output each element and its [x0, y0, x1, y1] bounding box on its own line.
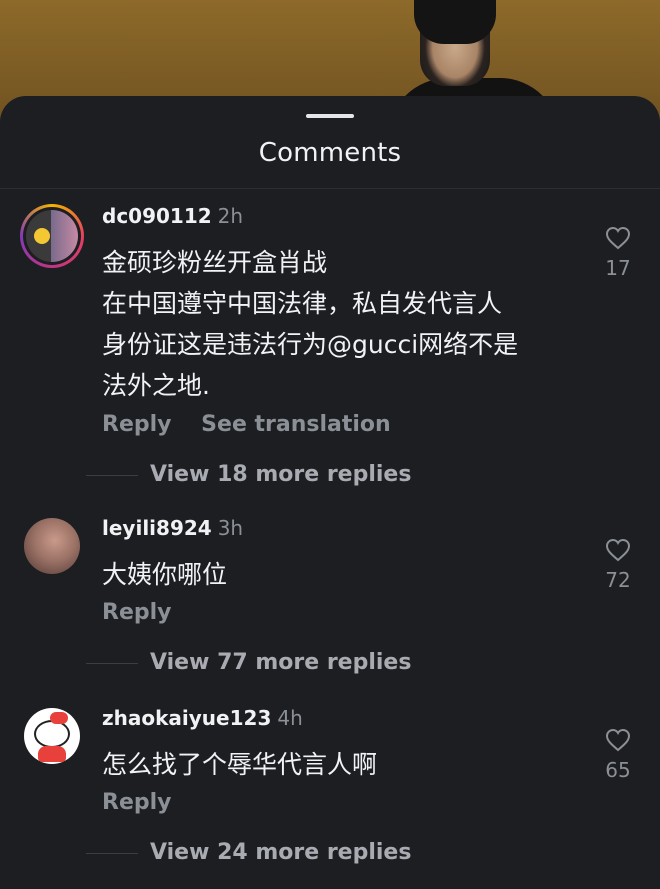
view-replies-label[interactable]: View 18 more replies	[150, 462, 411, 487]
avatar[interactable]	[20, 204, 84, 268]
thread-line	[86, 663, 138, 664]
sheet-title: Comments	[258, 138, 402, 168]
like-count: 17	[605, 256, 631, 280]
view-replies-button[interactable]: View 18 more replies	[86, 462, 426, 490]
like-button[interactable]: 17	[596, 226, 640, 280]
comment-author[interactable]: leyili8924 3h	[102, 516, 243, 540]
like-button[interactable]: 72	[596, 538, 640, 592]
comments-sheet: Comments dc090112 2h 金硕珍粉丝开盒肖战 在中国遵守中国法律，…	[0, 96, 660, 889]
like-count: 65	[605, 758, 631, 782]
photo-figure-hair	[414, 0, 496, 44]
comment-line: 大姨你哪位	[102, 560, 228, 589]
comment-text: 金硕珍粉丝开盒肖战 在中国遵守中国法律，私自发代言人 身份证这是违法行为@guc…	[102, 242, 572, 406]
comment-author[interactable]: dc090112 2h	[102, 204, 243, 228]
comment-line: 金硕珍粉丝开盒肖战	[102, 248, 328, 277]
comment-line: 在中国遵守中国法律，私自发代言人	[102, 289, 503, 318]
username[interactable]: zhaokaiyue123	[102, 706, 271, 730]
view-replies-button[interactable]: View 24 more replies	[86, 840, 426, 868]
username[interactable]: leyili8924	[102, 516, 212, 540]
avatar[interactable]	[24, 518, 80, 574]
drag-handle[interactable]	[306, 114, 354, 118]
thread-line	[86, 475, 138, 476]
comment-actions: Reply	[102, 600, 194, 625]
comment-line: 法外之地.	[102, 371, 210, 400]
reply-button[interactable]: Reply	[102, 412, 172, 437]
comment-time: 2h	[217, 204, 244, 228]
avatar[interactable]	[24, 708, 80, 764]
view-replies-button[interactable]: View 77 more replies	[86, 650, 426, 678]
see-translation-button[interactable]: See translation	[201, 412, 391, 437]
heart-outline-icon[interactable]	[605, 728, 631, 752]
comment-actions: Reply	[102, 790, 194, 815]
comment-time: 3h	[217, 516, 244, 540]
heart-outline-icon[interactable]	[605, 538, 631, 562]
username[interactable]: dc090112	[102, 204, 212, 228]
comment-time: 4h	[277, 706, 303, 730]
view-replies-label[interactable]: View 77 more replies	[150, 650, 411, 675]
comment-text: 大姨你哪位	[102, 554, 572, 595]
divider	[0, 188, 660, 189]
comment-line: 身份证这是违法行为@gucci网络不是	[102, 330, 519, 359]
comment-author[interactable]: zhaokaiyue123 4h	[102, 706, 303, 730]
thread-line	[86, 853, 138, 854]
view-replies-label[interactable]: View 24 more replies	[150, 840, 411, 865]
heart-outline-icon[interactable]	[605, 226, 631, 250]
reply-button[interactable]: Reply	[102, 790, 172, 815]
like-count: 72	[605, 568, 631, 592]
comment-line: 怎么找了个辱华代言人啊	[102, 750, 378, 779]
reply-button[interactable]: Reply	[102, 600, 172, 625]
like-button[interactable]: 65	[596, 728, 640, 782]
comment-text: 怎么找了个辱华代言人啊	[102, 744, 572, 785]
comment-actions: Reply See translation	[102, 412, 413, 437]
